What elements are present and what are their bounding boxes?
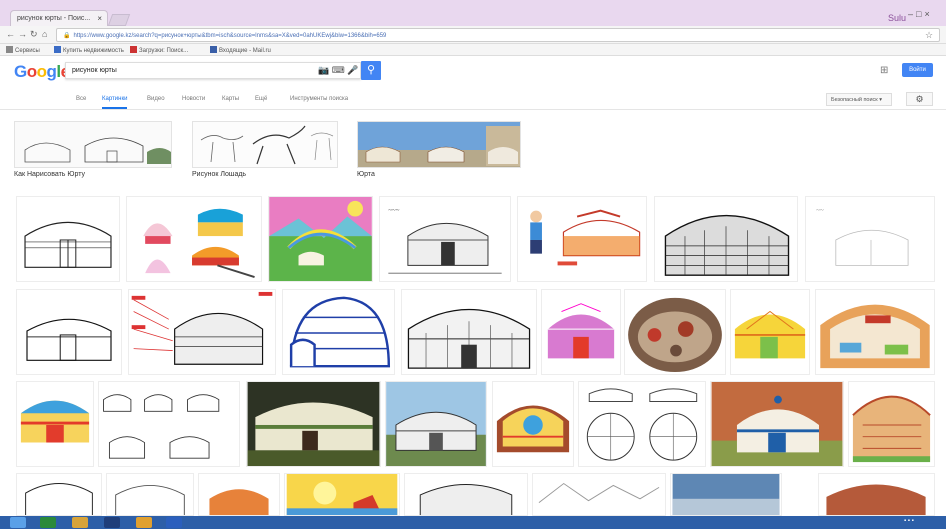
image-result[interactable]: ~~~ xyxy=(379,196,511,282)
horse-drawing-thumbnail xyxy=(193,122,337,167)
address-bar[interactable]: 🔒 https://www.google.kz/search?q=рисунок+… xyxy=(56,28,940,42)
image-result[interactable] xyxy=(246,381,381,467)
tab-video[interactable]: Видео xyxy=(147,96,165,102)
search-tabs xyxy=(0,88,946,110)
reload-icon[interactable]: ↻ xyxy=(30,29,38,40)
window-controls[interactable]: –□× xyxy=(908,9,933,19)
lock-icon: 🔒 xyxy=(63,33,71,39)
image-result[interactable]: ~~ xyxy=(805,196,935,282)
image-result[interactable] xyxy=(385,381,487,467)
bookmark-apps[interactable]: Сервисы xyxy=(6,46,40,54)
taskbar-app-icon[interactable] xyxy=(104,517,120,528)
start-button-icon[interactable] xyxy=(10,517,26,528)
forward-arrow-icon[interactable]: → xyxy=(18,29,27,39)
settings-gear-icon[interactable]: ⚙ xyxy=(906,92,933,106)
image-result[interactable] xyxy=(654,196,798,282)
image-result[interactable] xyxy=(126,196,262,282)
search-icon: ⚲ xyxy=(366,64,376,76)
apps-grid-icon[interactable]: ⊞ xyxy=(880,65,888,76)
related-search-card[interactable] xyxy=(192,121,338,168)
bookmark-star-icon[interactable]: ☆ xyxy=(925,30,933,41)
image-result[interactable] xyxy=(532,473,666,516)
image-result[interactable] xyxy=(401,289,537,375)
tab-search-tools[interactable]: Инструменты поиска xyxy=(290,96,348,102)
image-result[interactable] xyxy=(710,381,844,467)
tab-news[interactable]: Новости xyxy=(182,96,205,102)
bookmarks-bar: Сервисы Купить недвижимость Загрузки: По… xyxy=(0,44,946,56)
search-input[interactable]: рисунок юрты xyxy=(65,62,361,79)
close-window-icon[interactable]: × xyxy=(924,9,932,19)
tab-images[interactable]: Картинки xyxy=(102,96,128,109)
url-text: https://www.google.kz/search?q=рисунок+ю… xyxy=(73,33,387,39)
image-result[interactable] xyxy=(16,473,102,516)
yurt-drawing-thumbnail xyxy=(15,122,171,167)
word-icon[interactable] xyxy=(166,517,182,528)
minimize-icon[interactable]: – xyxy=(908,9,916,19)
image-result[interactable] xyxy=(541,289,621,375)
search-button[interactable]: ⚲ xyxy=(361,61,381,80)
bookmark-item[interactable]: Входящие - Mail.ru xyxy=(210,46,271,54)
image-result[interactable] xyxy=(670,473,782,516)
yurt-photo-thumbnail xyxy=(358,122,520,167)
folder-icon[interactable] xyxy=(72,517,88,528)
profile-name[interactable]: Sulu xyxy=(888,13,906,23)
image-result[interactable] xyxy=(492,381,574,467)
image-result[interactable] xyxy=(818,473,935,516)
bookmark-favicon xyxy=(54,46,61,53)
chrome-icon[interactable] xyxy=(136,517,152,528)
image-result[interactable] xyxy=(517,196,647,282)
related-label[interactable]: Рисунок Лошадь xyxy=(192,171,246,178)
image-result[interactable] xyxy=(128,289,276,375)
image-result[interactable] xyxy=(848,381,935,467)
image-result[interactable] xyxy=(198,473,280,516)
microphone-icon[interactable]: 🎤 xyxy=(347,65,358,75)
sign-in-button[interactable]: Войти xyxy=(902,63,933,77)
back-arrow-icon[interactable]: ← xyxy=(6,29,15,39)
image-result[interactable] xyxy=(16,196,120,282)
image-result[interactable] xyxy=(106,473,194,516)
apps-icon xyxy=(6,46,13,53)
image-result[interactable] xyxy=(404,473,528,516)
svg-text:~~~: ~~~ xyxy=(388,208,399,215)
keyboard-icon[interactable]: ⌨ xyxy=(332,65,345,75)
related-search-card[interactable] xyxy=(14,121,172,168)
image-result[interactable] xyxy=(16,289,122,375)
tab-maps[interactable]: Карты xyxy=(222,96,239,102)
bookmark-item[interactable]: Загрузки: Поиск... xyxy=(130,46,188,54)
tab-title: рисунок юрты - Поис... xyxy=(17,15,91,22)
related-label[interactable]: Юрта xyxy=(357,171,375,178)
image-result[interactable] xyxy=(282,289,395,375)
image-result[interactable] xyxy=(284,473,400,516)
image-result[interactable] xyxy=(624,289,726,375)
related-label[interactable]: Как Нарисовать Юрту xyxy=(14,171,85,178)
close-tab-icon[interactable]: × xyxy=(97,14,102,23)
search-tools: 📷 ⌨ 🎤 xyxy=(318,65,358,76)
bookmark-favicon xyxy=(210,46,217,53)
home-icon[interactable]: ⌂ xyxy=(42,29,47,39)
bookmark-item[interactable]: Купить недвижимость xyxy=(54,46,124,54)
browser-tab[interactable]: рисунок юрты - Поис... × xyxy=(10,10,108,27)
image-result[interactable] xyxy=(98,381,240,467)
safe-search-dropdown[interactable]: Безопасный поиск ▾ xyxy=(826,93,892,106)
system-tray: ▪ ▪ ▪ xyxy=(904,518,914,524)
related-search-card[interactable] xyxy=(357,121,521,168)
tab-all[interactable]: Все xyxy=(76,96,86,102)
image-result[interactable] xyxy=(16,381,94,467)
image-result[interactable] xyxy=(268,196,373,282)
camera-icon[interactable]: 📷 xyxy=(318,65,329,75)
image-result[interactable] xyxy=(815,289,935,375)
browser-titlebar xyxy=(0,0,946,26)
bookmark-favicon xyxy=(130,46,137,53)
svg-text:~~: ~~ xyxy=(816,208,824,215)
tab-more[interactable]: Ещё xyxy=(255,96,267,102)
image-result[interactable] xyxy=(730,289,810,375)
image-result[interactable] xyxy=(578,381,706,467)
taskbar-app-icon[interactable] xyxy=(40,517,56,528)
google-logo[interactable]: Google xyxy=(14,62,70,82)
